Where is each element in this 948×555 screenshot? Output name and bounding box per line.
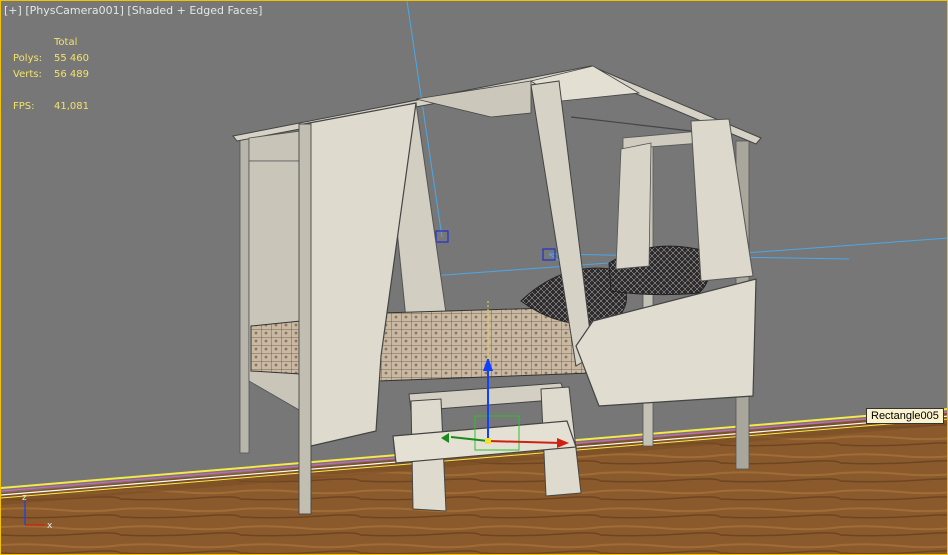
polys-value: 55 460 [54, 53, 89, 64]
object-name-tooltip: Rectangle005 [866, 408, 944, 424]
fps-label: FPS: [13, 101, 35, 112]
viewport-label: [+] [PhysCamera001] [Shaded + Edged Face… [4, 4, 262, 17]
viewport-menu-button[interactable]: [+] [4, 4, 22, 17]
perspective-viewport[interactable]: z x [+] [PhysCamera001] [Shaded + Edged … [0, 0, 948, 555]
stats-verts-row: Verts: 56 489 [13, 67, 89, 83]
axis-x-label: x [47, 521, 53, 531]
stats-polys-row: Polys: 55 460 [13, 51, 89, 67]
stats-fps-row: FPS: 41,081 [13, 99, 89, 115]
fps-value: 41,081 [54, 101, 89, 112]
verts-label: Verts: [13, 69, 42, 80]
axis-z-label: z [22, 493, 27, 503]
viewport-shading-menu[interactable]: [Shaded + Edged Faces] [127, 4, 262, 17]
viewport-camera-menu[interactable]: [PhysCamera001] [25, 4, 124, 17]
polys-label: Polys: [13, 53, 43, 64]
viewport-statistics: Total Polys: 55 460 Verts: 56 489 FPS: 4… [13, 35, 89, 115]
scene-render[interactable]: z x [1, 1, 948, 555]
stats-header: Total [54, 37, 78, 48]
verts-value: 56 489 [54, 69, 89, 80]
